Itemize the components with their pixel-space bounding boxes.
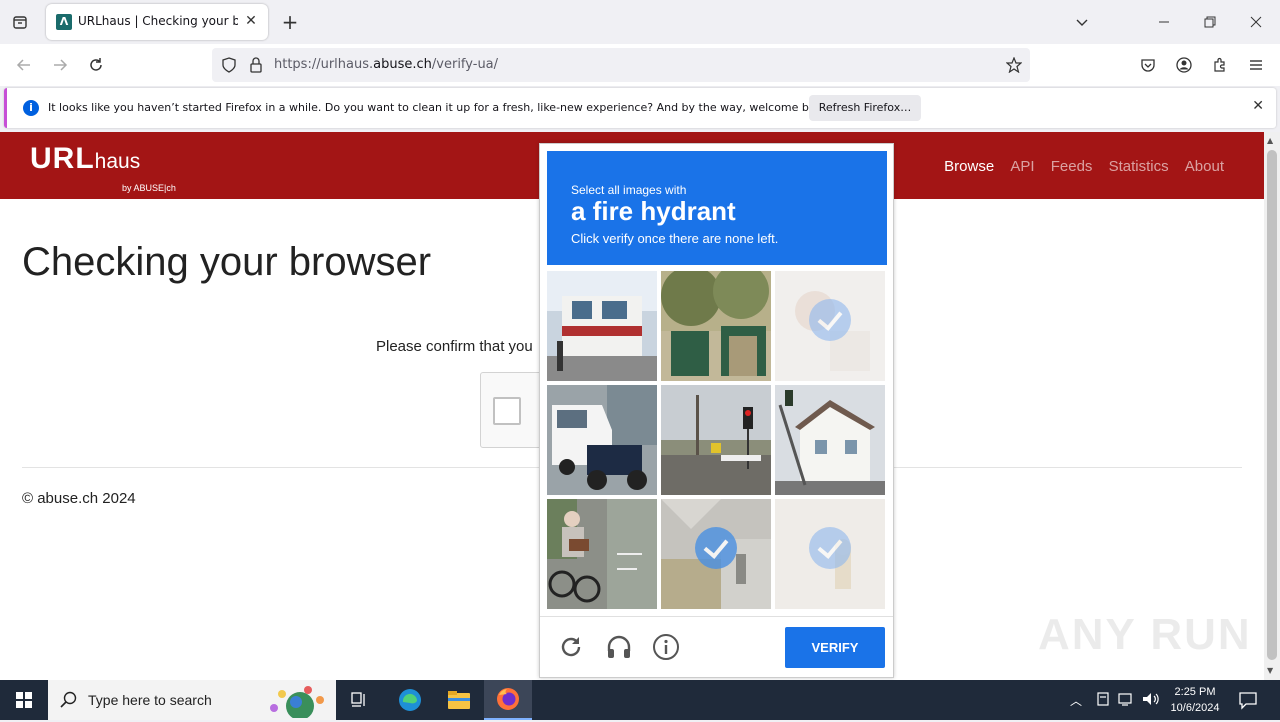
bookmark-star-icon[interactable] <box>1000 51 1028 79</box>
reload-icon[interactable] <box>82 51 110 79</box>
captcha-tile[interactable] <box>547 271 657 381</box>
tab-title: URLhaus | Checking your browser <box>78 14 238 28</box>
captcha-header: Select all images with a fire hydrant Cl… <box>547 151 887 265</box>
captcha-tile[interactable] <box>661 385 771 495</box>
refresh-icon[interactable] <box>557 633 585 661</box>
close-notification-icon[interactable]: ✕ <box>1252 98 1264 114</box>
captcha-tile[interactable] <box>547 499 657 609</box>
firefox-notification-bar: i It looks like you haven’t started Fire… <box>4 88 1276 128</box>
pocket-icon[interactable] <box>1134 51 1162 79</box>
file-explorer-icon[interactable] <box>435 680 483 720</box>
captcha-tile-selected[interactable] <box>775 499 885 609</box>
restore-icon[interactable] <box>1196 8 1224 36</box>
site-nav: Browse API Feeds Statistics About <box>932 158 1224 175</box>
navigation-bar: https://urlhaus.abuse.ch/verify-ua/ <box>0 44 1280 86</box>
scroll-down-icon[interactable]: ▼ <box>1267 666 1273 675</box>
page-title: Checking your browser <box>22 240 432 284</box>
footer-copyright: © abuse.ch 2024 <box>22 490 136 507</box>
captcha-target: a fire hydrant <box>571 196 736 226</box>
anyrun-watermark: ANY RUN <box>1038 610 1252 659</box>
nav-api[interactable]: API <box>1010 158 1034 175</box>
menu-icon[interactable] <box>1242 51 1270 79</box>
windows-taskbar: Type here to search ︿ 2:25 PM 10/6/2024 <box>0 680 1280 720</box>
refresh-firefox-button[interactable]: Refresh Firefox… <box>809 95 921 121</box>
scroll-up-icon[interactable]: ▲ <box>1267 136 1273 145</box>
clock-time: 2:25 PM <box>1174 686 1216 698</box>
clock-date: 10/6/2024 <box>1170 702 1220 714</box>
notification-message: It looks like you haven’t started Firefo… <box>48 101 833 114</box>
lock-icon[interactable] <box>242 51 270 79</box>
captcha-tile-selected[interactable] <box>661 499 771 609</box>
volume-icon[interactable] <box>1142 691 1160 711</box>
captcha-tile[interactable] <box>661 271 771 381</box>
shield-icon[interactable] <box>215 51 243 79</box>
taskbar-clock[interactable]: 2:25 PM 10/6/2024 <box>1160 684 1230 716</box>
close-tab-icon[interactable]: ✕ <box>242 12 260 30</box>
chevron-up-icon[interactable]: ︿ <box>1070 692 1082 709</box>
captcha-image-grid <box>547 271 887 611</box>
scrollbar-thumb[interactable] <box>1267 150 1277 660</box>
selected-checkmark-icon <box>695 527 737 569</box>
captcha-tile[interactable] <box>547 385 657 495</box>
close-window-icon[interactable] <box>1242 8 1270 36</box>
verify-button[interactable]: VERIFY <box>785 627 885 668</box>
search-placeholder: Type here to search <box>88 692 212 708</box>
urlhaus-favicon-icon: Λ <box>56 14 72 30</box>
captcha-instruction-1: Select all images with <box>571 183 687 197</box>
address-bar[interactable]: https://urlhaus.abuse.ch/verify-ua/ <box>212 48 1030 82</box>
tab-bar: Λ URLhaus | Checking your browser ✕ + <box>0 0 1280 44</box>
headphones-audio-icon[interactable] <box>605 633 633 661</box>
extensions-icon[interactable] <box>1206 51 1234 79</box>
nav-feeds[interactable]: Feeds <box>1051 158 1093 175</box>
chevron-down-icon[interactable] <box>1068 8 1096 36</box>
captcha-footer: VERIFY <box>540 616 893 677</box>
nav-browse[interactable]: Browse <box>944 158 994 175</box>
back-icon[interactable] <box>10 51 38 79</box>
info-icon: i <box>23 100 39 116</box>
url-text: https://urlhaus.abuse.ch/verify-ua/ <box>274 57 499 72</box>
nav-statistics[interactable]: Statistics <box>1109 158 1169 175</box>
network-icon[interactable] <box>1096 691 1110 711</box>
selected-checkmark-icon <box>809 527 851 569</box>
windows-start-icon[interactable] <box>0 680 48 720</box>
info-circle-icon[interactable] <box>652 633 680 661</box>
selected-checkmark-icon <box>809 299 851 341</box>
new-tab-icon[interactable]: + <box>276 8 304 36</box>
taskbar-search-box[interactable]: Type here to search <box>48 680 336 720</box>
search-icon <box>60 691 78 713</box>
confirm-text: Please confirm that you <box>376 338 533 355</box>
forward-icon[interactable] <box>46 51 74 79</box>
task-view-icon[interactable] <box>336 680 384 720</box>
notification-center-icon[interactable] <box>1238 690 1258 714</box>
captcha-tile[interactable] <box>775 385 885 495</box>
captcha-instruction-2: Click verify once there are none left. <box>571 231 779 246</box>
captcha-tile-selected[interactable] <box>775 271 885 381</box>
captcha-checkbox[interactable] <box>493 397 521 425</box>
edge-browser-icon[interactable] <box>386 680 434 720</box>
urlhaus-logo[interactable]: URLhaus by ABUSE|ch <box>30 142 176 193</box>
captcha-challenge: Select all images with a fire hydrant Cl… <box>539 143 894 678</box>
minimize-icon[interactable] <box>1150 8 1178 36</box>
browser-tab[interactable]: Λ URLhaus | Checking your browser ✕ <box>46 4 268 40</box>
tab-list-icon[interactable] <box>6 8 34 36</box>
nav-about[interactable]: About <box>1185 158 1224 175</box>
search-highlight-icon <box>262 682 332 722</box>
page-scrollbar[interactable]: ▲ ▼ <box>1264 132 1280 680</box>
firefox-taskbar-icon[interactable] <box>484 680 532 720</box>
monitor-icon[interactable] <box>1118 691 1136 711</box>
account-icon[interactable] <box>1170 51 1198 79</box>
